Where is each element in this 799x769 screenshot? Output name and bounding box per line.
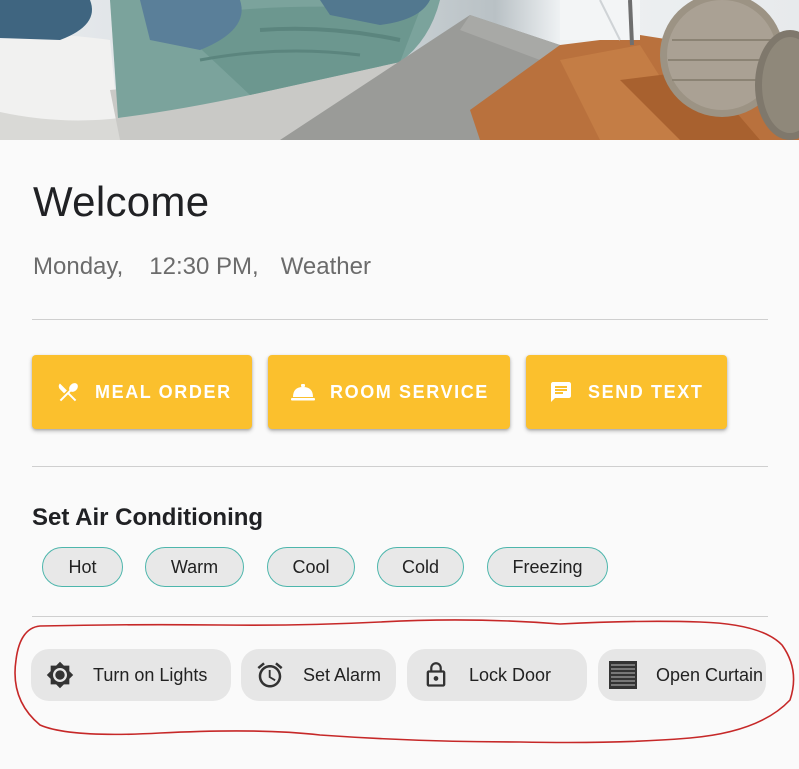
chip-label: Warm	[170, 556, 219, 577]
room-service-bell-icon	[290, 379, 316, 405]
divider-middle	[32, 466, 768, 467]
lock-door-button[interactable]: Lock Door	[407, 649, 587, 701]
divider-top	[32, 319, 768, 320]
hero-image	[0, 0, 799, 140]
ac-chip-hot[interactable]: Hot	[42, 547, 123, 587]
chip-label: Freezing	[512, 556, 583, 577]
fork-knife-icon	[55, 379, 81, 405]
chip-label: Cold	[401, 556, 440, 577]
ac-chip-warm[interactable]: Warm	[145, 547, 244, 587]
brightness-icon	[45, 660, 75, 690]
status-line: Monday, 12:30 PM, Weather	[33, 253, 371, 281]
chip-label: Cool	[292, 556, 330, 577]
turn-on-lights-label: Turn on Lights	[93, 664, 208, 685]
ac-section-title: Set Air Conditioning	[32, 504, 264, 531]
alarm-clock-icon	[255, 660, 285, 690]
ac-chip-freezing[interactable]: Freezing	[487, 547, 608, 587]
room-service-label: ROOM SERVICE	[330, 381, 489, 402]
bedroom-photo	[0, 0, 799, 140]
send-text-label: SEND TEXT	[588, 381, 704, 402]
chip-label: Hot	[68, 556, 97, 577]
weather-label: Weather	[280, 253, 371, 280]
open-curtain-button[interactable]: Open Curtain	[598, 649, 766, 701]
time-label: 12:30 PM,	[149, 253, 259, 280]
message-icon	[548, 379, 574, 405]
ac-chip-cold[interactable]: Cold	[377, 547, 464, 587]
open-curtain-label: Open Curtain	[656, 664, 764, 685]
blinds-icon	[608, 660, 638, 690]
divider-bottom	[32, 616, 768, 617]
meal-order-button[interactable]: MEAL ORDER	[32, 355, 252, 429]
ac-chip-cool[interactable]: Cool	[267, 547, 355, 587]
set-alarm-label: Set Alarm	[303, 664, 382, 685]
turn-on-lights-button[interactable]: Turn on Lights	[31, 649, 231, 701]
welcome-title: Welcome	[33, 178, 210, 225]
meal-order-label: MEAL ORDER	[95, 381, 232, 402]
room-service-button[interactable]: ROOM SERVICE	[268, 355, 510, 429]
lock-door-label: Lock Door	[469, 664, 552, 685]
set-alarm-button[interactable]: Set Alarm	[241, 649, 396, 701]
day-label: Monday,	[33, 253, 124, 280]
send-text-button[interactable]: SEND TEXT	[526, 355, 727, 429]
lock-icon	[421, 660, 451, 690]
